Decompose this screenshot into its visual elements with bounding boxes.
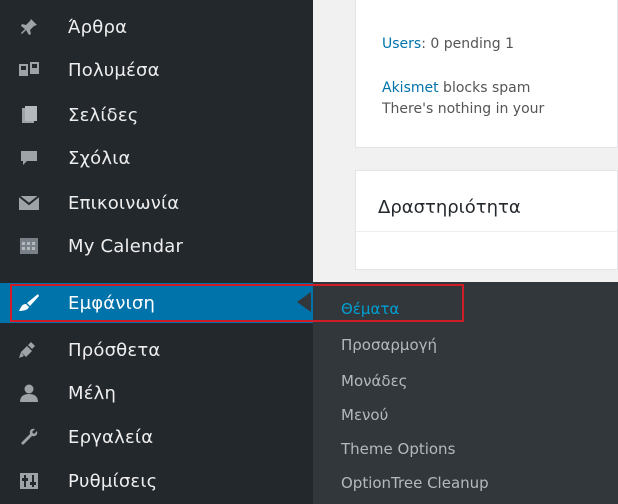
menu-item-label: Πολυμέσα xyxy=(68,59,160,81)
menu-item-label: Επικοινωνία xyxy=(68,192,180,214)
menu-item-users[interactable]: Μέλη xyxy=(0,373,313,413)
menu-item-tools[interactable]: Εργαλεία xyxy=(0,417,313,457)
media-icon xyxy=(18,59,40,81)
submenu-item-themes[interactable]: Θέματα xyxy=(341,300,399,318)
admin-sidebar: Άρθρα Πολυμέσα Σελίδες Σχόλια Επικοινωνί… xyxy=(0,0,313,504)
at-a-glance-card: Users: 0 pending 1 Akismet blocks spam T… xyxy=(355,0,618,148)
activity-card: Δραστηριότητα xyxy=(355,170,618,270)
users-text: : 0 pending 1 xyxy=(421,36,515,52)
menu-item-label: Σχόλια xyxy=(68,147,131,169)
plugin-icon xyxy=(18,339,40,361)
nothing-text: There's nothing in your xyxy=(382,101,545,117)
menu-item-plugins[interactable]: Πρόσθετα xyxy=(0,330,313,370)
page-icon xyxy=(18,104,40,126)
menu-item-label: Εργαλεία xyxy=(68,426,154,448)
submenu-arrow-icon xyxy=(297,292,311,312)
envelope-icon xyxy=(18,192,40,214)
submenu-item-menus[interactable]: Μενού xyxy=(341,406,388,424)
paintbrush-icon xyxy=(18,292,40,314)
appearance-submenu: Θέματα Προσαρμογή Μονάδες Μενού Theme Op… xyxy=(313,282,618,504)
user-icon xyxy=(18,382,40,404)
menu-item-label: Άρθρα xyxy=(68,16,128,38)
menu-item-posts[interactable]: Άρθρα xyxy=(0,7,313,47)
users-line: Users: 0 pending 1 xyxy=(382,36,514,52)
menu-item-pages[interactable]: Σελίδες xyxy=(0,95,313,135)
menu-item-label: Εμφάνιση xyxy=(68,292,156,314)
menu-item-settings[interactable]: Ρυθμίσεις xyxy=(0,461,313,501)
submenu-item-customize[interactable]: Προσαρμογή xyxy=(341,336,437,354)
menu-item-label: Πρόσθετα xyxy=(68,339,161,361)
menu-item-contact[interactable]: Επικοινωνία xyxy=(0,183,313,223)
comment-icon xyxy=(18,147,40,169)
akismet-line: Akismet blocks spam xyxy=(382,80,530,96)
divider xyxy=(356,231,617,232)
submenu-item-widgets[interactable]: Μονάδες xyxy=(341,372,407,390)
akismet-text: blocks spam xyxy=(438,80,531,96)
submenu-item-optiontree-cleanup[interactable]: OptionTree Cleanup xyxy=(341,474,489,492)
wrench-icon xyxy=(18,426,40,448)
menu-item-media[interactable]: Πολυμέσα xyxy=(0,50,313,90)
submenu-item-theme-options[interactable]: Theme Options xyxy=(341,440,455,458)
activity-title: Δραστηριότητα xyxy=(378,197,521,218)
menu-item-label: Ρυθμίσεις xyxy=(68,470,158,492)
menu-item-label: Μέλη xyxy=(68,382,117,404)
settings-icon xyxy=(18,470,40,492)
menu-item-label: Σελίδες xyxy=(68,104,139,126)
pushpin-icon xyxy=(18,16,40,38)
akismet-link[interactable]: Akismet xyxy=(382,80,439,96)
menu-item-my-calendar[interactable]: My Calendar xyxy=(0,226,313,266)
menu-item-comments[interactable]: Σχόλια xyxy=(0,138,313,178)
users-link[interactable]: Users xyxy=(382,36,421,52)
menu-item-appearance[interactable]: Εμφάνιση xyxy=(0,283,313,323)
calendar-icon xyxy=(18,235,40,257)
menu-item-label: My Calendar xyxy=(68,235,184,257)
